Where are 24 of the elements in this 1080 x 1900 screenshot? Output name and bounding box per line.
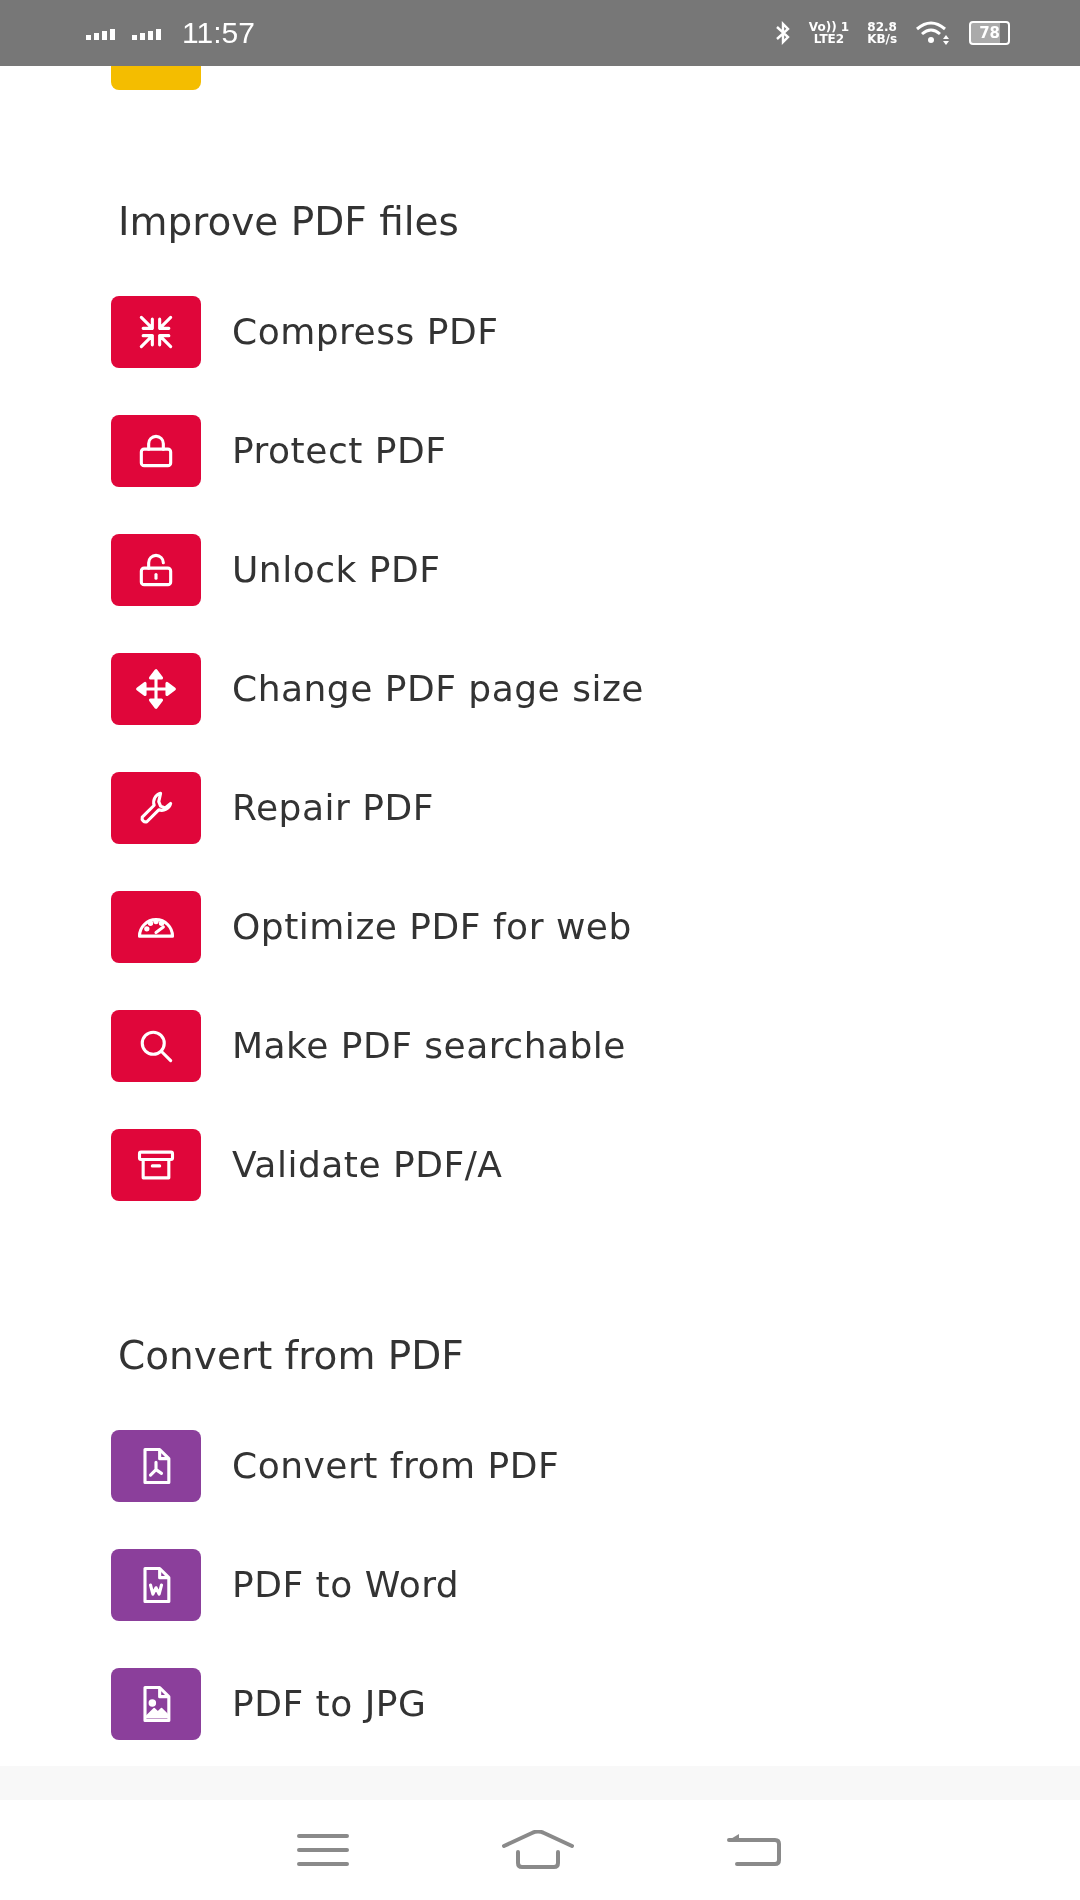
speed-unit: KB/s — [867, 33, 898, 45]
tool-item[interactable]: Make PDF searchable — [0, 986, 1080, 1105]
battery-indicator: 78 — [969, 21, 1010, 45]
clock: 11:57 — [182, 16, 255, 50]
back-icon[interactable] — [727, 1832, 784, 1868]
tool-item[interactable]: Change PDF page size — [0, 629, 1080, 748]
tool-item[interactable]: Repair PDF — [0, 748, 1080, 867]
volte-label: Vo)) 1 — [808, 21, 850, 33]
section-heading: Convert from PDF — [117, 1332, 465, 1380]
speed-value: 82.8 — [867, 21, 897, 33]
home-icon[interactable] — [502, 1830, 574, 1870]
tool-item[interactable]: PDF to Word — [0, 1525, 1080, 1644]
tool-item[interactable]: Optimize PDF for web — [0, 867, 1080, 986]
menu-icon[interactable] — [296, 1833, 349, 1867]
tool-item[interactable]: Validate PDF/A — [0, 1105, 1080, 1224]
bluetooth-icon — [774, 21, 791, 45]
tool-item[interactable]: Convert from PDF — [0, 1406, 1080, 1525]
tool-item[interactable]: Compress PDF — [0, 272, 1080, 391]
tool-item[interactable]: Unlock PDF — [0, 510, 1080, 629]
wifi-icon — [915, 20, 952, 46]
tool-item[interactable]: Protect PDF — [0, 391, 1080, 510]
section-heading: Improve PDF files — [117, 198, 460, 246]
network-label: LTE2 — [813, 33, 845, 45]
tool-item[interactable]: PDF to JPG — [0, 1644, 1080, 1763]
